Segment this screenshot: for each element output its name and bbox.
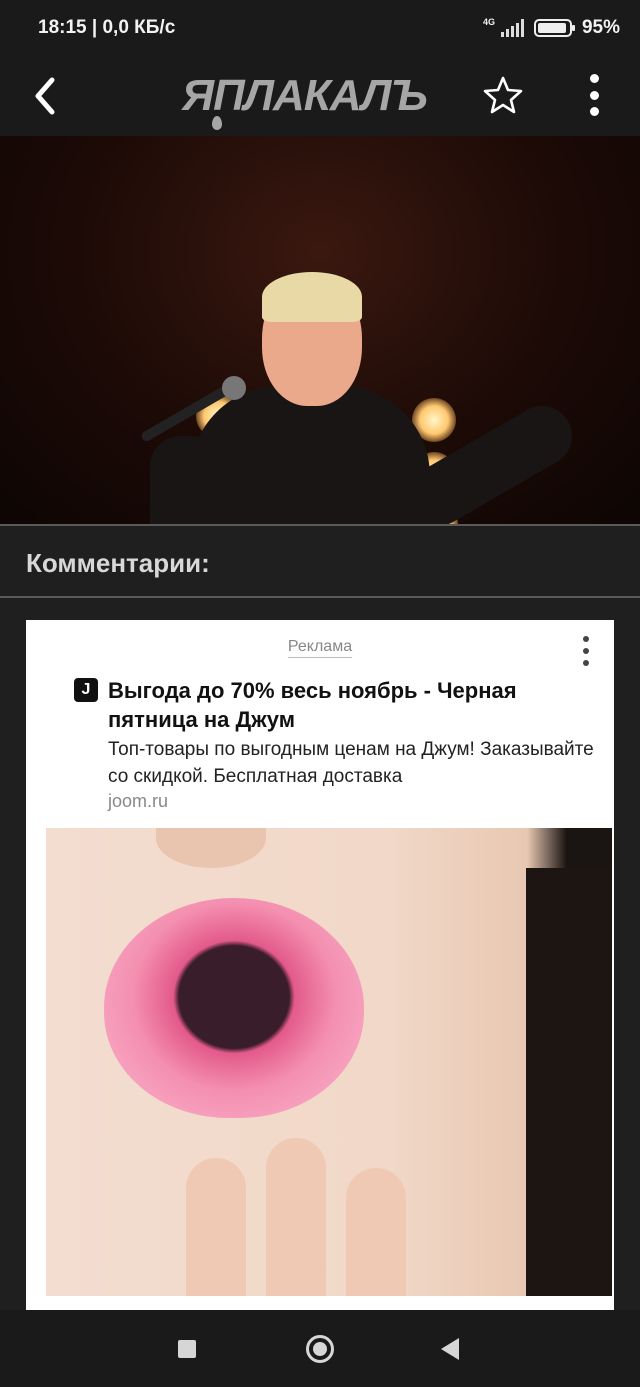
ad-description: Топ-товары по выгодным ценам на Джум! За… [108,739,594,787]
ad-card[interactable]: Реклама J Выгода до 70% весь ноябрь - Че… [26,620,614,1310]
back-nav-button[interactable] [441,1338,459,1360]
signal-icon [500,19,524,37]
hair [526,868,612,1296]
network-label: 4G [482,16,495,27]
battery-fill [537,23,567,33]
face-nose [156,828,266,868]
logo-drop-icon [212,116,222,130]
recents-button[interactable] [178,1340,196,1358]
favorite-button[interactable] [482,74,524,116]
site-logo[interactable]: ЯПЛАКАЛЪ [182,66,462,130]
singer-body [190,386,430,524]
battery-percent: 95% [581,17,620,38]
joom-logo-icon: J [74,678,98,702]
more-menu-button[interactable] [578,72,610,118]
more-vertical-icon [583,636,589,642]
home-button[interactable] [306,1335,334,1363]
back-button[interactable] [28,74,64,118]
pink-lips [104,898,364,1118]
logo-text: ЯПЛАКАЛЪ [182,71,428,120]
status-bar: 18:15 | 0,0 КБ/с 4G 95% [0,0,640,56]
finger [266,1138,326,1296]
post-image[interactable] [0,136,640,524]
ad-title[interactable]: Выгода до 70% весь ноябрь - Черная пятни… [108,676,588,734]
microphone-head [222,376,246,400]
system-nav-bar [0,1310,640,1387]
chevron-left-icon [35,77,55,115]
ad-label: Реклама [0,638,640,658]
battery-icon [533,19,575,37]
more-vertical-icon [589,74,599,83]
divider [0,596,640,598]
ad-image[interactable] [46,828,612,1296]
ad-menu-button[interactable] [578,636,594,666]
finger [346,1168,406,1296]
divider [0,524,640,526]
singer-hair [262,272,362,322]
ad-domain[interactable]: joom.ru [108,791,168,812]
status-icons: 4G 95% [483,17,620,39]
comments-title: Комментарии: [26,548,210,578]
finger [186,1158,246,1296]
app-header: ЯПЛАКАЛЪ [0,56,640,136]
star-outline-icon [483,76,523,114]
status-time: 18:15 | 0,0 КБ/с [38,17,176,38]
